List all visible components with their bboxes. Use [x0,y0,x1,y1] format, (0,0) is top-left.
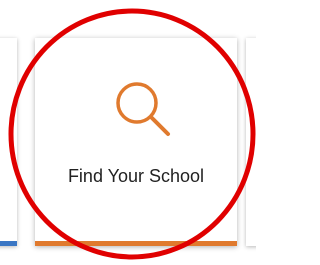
search-icon [113,79,173,139]
search-icon-graphic [116,82,170,136]
card-accent-bar [35,241,237,246]
card-label: Find Your School [67,166,205,186]
adjacent-card-left[interactable] [0,38,17,246]
screenshot-stage: Find Your School [0,0,256,265]
card-accent-bar [0,241,17,246]
adjacent-card-right[interactable] [246,38,256,246]
find-your-school-card[interactable]: Find Your School [35,38,237,246]
